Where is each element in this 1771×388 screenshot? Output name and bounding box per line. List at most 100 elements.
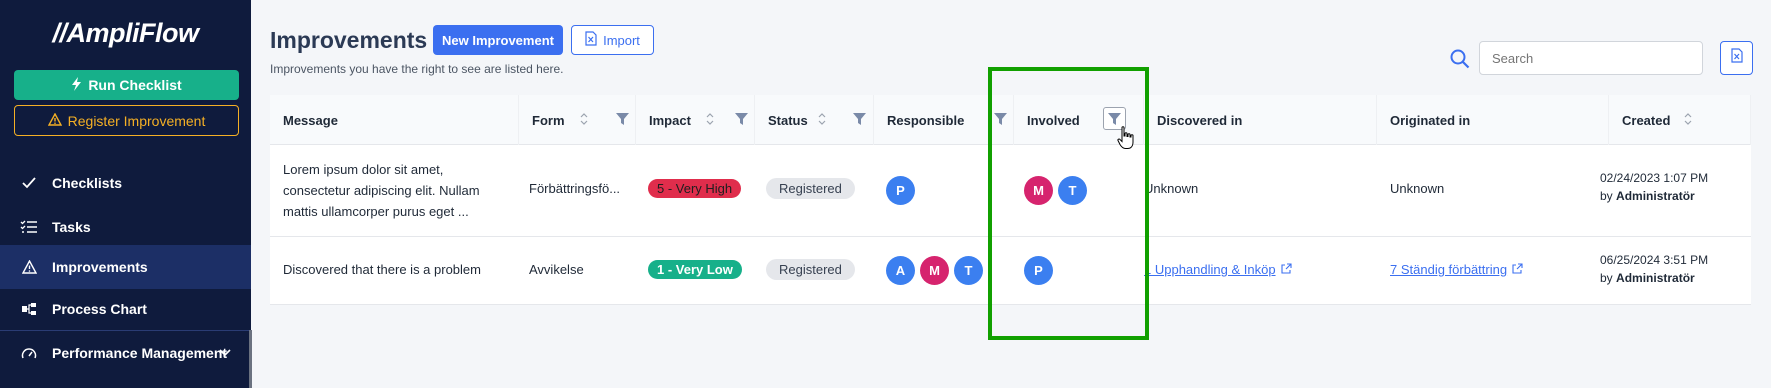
column-header-responsible[interactable]: Responsible [874,95,1014,145]
message-cell: Discovered that there is a problem [283,262,481,277]
sidebar-item-label: Performance Management [52,344,228,361]
avatar[interactable]: P [1024,256,1053,285]
created-by: by Administratör [1600,187,1708,205]
column-label: Status [768,112,808,128]
sidebar-item-performance-management[interactable]: Performance Management [0,330,251,374]
gauge-icon [20,344,38,362]
column-label: Form [532,112,565,128]
lightning-icon [71,76,82,94]
message-line: consectetur adipiscing elit. Nullam [283,183,480,198]
involved-cell: M T [1024,176,1092,205]
column-label: Responsible [887,112,965,128]
sort-icon[interactable] [1684,112,1692,127]
column-header-message[interactable]: Message [270,95,519,145]
page-title: Improvements [270,27,428,53]
app-logo: //AmpliFlow [52,18,200,48]
message-line: Lorem ipsum dolor sit amet, [283,162,444,177]
search-icon[interactable] [1450,49,1470,74]
excel-file-icon [1730,48,1743,68]
register-improvement-label: Register Improvement [67,112,206,129]
column-label: Originated in [1390,112,1471,128]
column-label: Discovered in [1157,112,1243,128]
avatar[interactable]: M [920,256,949,285]
avatar[interactable]: A [886,256,915,285]
sidebar-item-checklists[interactable]: Checklists [0,161,251,205]
created-by: by Administratör [1600,269,1708,287]
check-icon [20,174,38,192]
sidebar-item-label: Tasks [52,219,91,235]
warning-triangle-icon [20,258,38,276]
import-button[interactable]: Import [571,25,654,55]
sidebar-item-tasks[interactable]: Tasks [0,205,251,249]
external-link-icon[interactable] [1280,262,1292,277]
sort-icon[interactable] [706,112,714,127]
new-improvement-button[interactable]: New Improvement [433,25,563,55]
created-cell: 06/25/2024 3:51 PM by Administratör [1600,251,1708,287]
discovered-in-link[interactable]: 1 Upphandling & Inköp [1144,262,1276,277]
filter-icon[interactable] [853,113,866,128]
filter-icon[interactable] [735,113,748,128]
form-cell: Avvikelse [529,262,584,277]
export-excel-button[interactable] [1720,41,1753,75]
responsible-cell: A M T [886,256,988,285]
involved-cell: P [1024,256,1058,285]
responsible-cell: P [886,176,920,205]
impact-badge: 5 - Very High [648,179,742,198]
run-checklist-button[interactable]: Run Checklist [14,70,239,100]
hand-pointer-icon [1117,126,1135,155]
list-check-icon [20,218,38,236]
created-by-prefix: by [1600,189,1613,203]
column-header-status[interactable]: Status [755,95,874,145]
originated-in-cell: Unknown [1390,181,1445,196]
column-header-originated-in[interactable]: Originated in [1377,95,1609,145]
form-cell: Förbättringsfö... [529,181,621,196]
originated-in-cell: 7 Ständig förbättring [1390,262,1523,277]
message-line: mattis ullamcorper purus eget ... [283,204,469,219]
filter-icon[interactable] [616,113,629,128]
column-label: Impact [649,112,691,128]
sidebar-item-process-chart[interactable]: Process Chart [0,287,251,331]
created-cell: 02/24/2023 1:07 PM by Administratör [1600,169,1708,205]
avatar[interactable]: P [886,176,915,205]
column-label: Message [283,112,338,128]
sidebar-item-label: Checklists [52,175,123,191]
chevron-down-icon [219,344,231,360]
flow-chart-icon [20,300,38,318]
created-by-user: Administratör [1616,271,1695,285]
impact-badge: 1 - Very Low [648,260,742,279]
status-badge: Registered [766,259,855,280]
search-input[interactable] [1479,41,1703,75]
discovered-in-cell: 1 Upphandling & Inköp [1144,262,1292,277]
column-header-discovered-in[interactable]: Discovered in [1144,95,1377,145]
column-label: Involved [1027,112,1080,128]
table-row[interactable]: Lorem ipsum dolor sit amet, consectetur … [270,145,1751,237]
status-cell: Registered [766,259,855,280]
excel-file-icon [585,31,597,49]
sidebar-item-label: Improvements [52,259,148,275]
column-header-created[interactable]: Created [1609,95,1751,145]
sidebar-item-improvements[interactable]: Improvements [0,245,251,289]
table-header: Message Form Impact Status Responsible I… [270,95,1751,145]
impact-cell: 5 - Very High [648,179,742,198]
filter-icon[interactable] [994,113,1007,128]
avatar[interactable]: T [1058,176,1087,205]
avatar[interactable]: T [954,256,983,285]
message-line: Discovered that there is a problem [283,262,481,277]
external-link-icon[interactable] [1512,262,1523,277]
originated-in-link[interactable]: 7 Ständig förbättring [1390,262,1507,277]
table-row[interactable]: Discovered that there is a problem Avvik… [270,237,1751,305]
avatar[interactable]: M [1024,176,1053,205]
sort-icon[interactable] [818,112,826,127]
run-checklist-label: Run Checklist [88,77,182,93]
warning-triangle-icon [47,112,62,129]
register-improvement-button[interactable]: Register Improvement [14,105,239,136]
discovered-in-cell: Unknown [1144,181,1199,196]
column-header-impact[interactable]: Impact [636,95,755,145]
page-subtitle: Improvements you have the right to see a… [270,62,564,76]
sort-icon[interactable] [580,112,588,127]
column-header-form[interactable]: Form [519,95,636,145]
impact-cell: 1 - Very Low [648,260,742,279]
sidebar: //AmpliFlow Run Checklist Register Impro… [0,0,252,388]
created-date: 06/25/2024 3:51 PM [1600,253,1709,267]
sidebar-scrollbar[interactable] [249,330,252,388]
